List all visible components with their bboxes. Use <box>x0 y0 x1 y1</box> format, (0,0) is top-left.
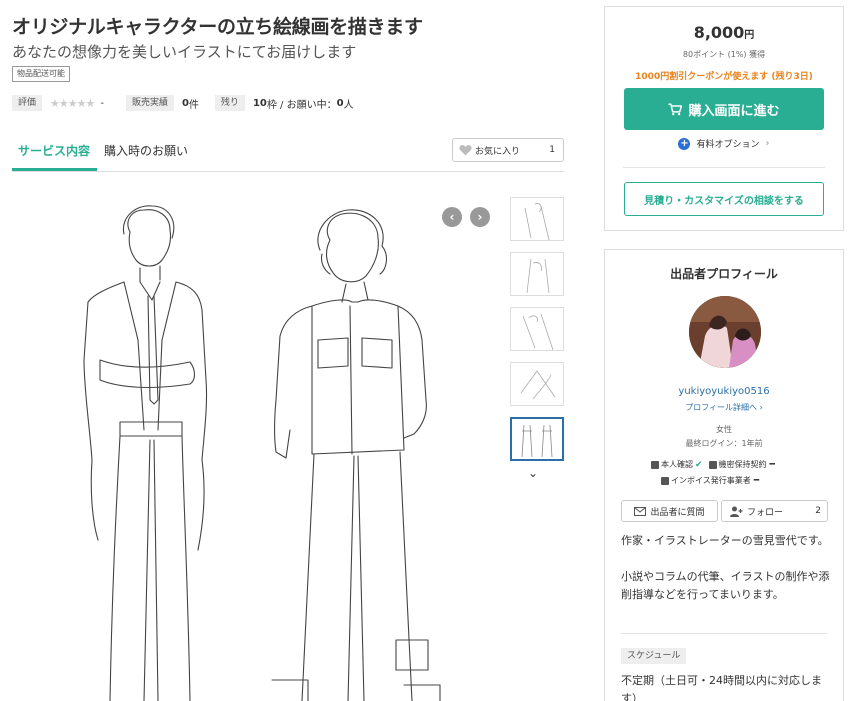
seller-username[interactable]: yukiyoyukiyo0516 <box>605 386 843 397</box>
verification-row: 本人確認 ✔ 機密保持契約 ━ <box>651 459 775 470</box>
consult-button[interactable]: 見積り・カスタマイズの相談をする <box>624 182 824 216</box>
dash-icon: ━ <box>769 459 775 470</box>
service-tabs: サービス内容 購入時のお願い お気に入り 1 <box>12 130 564 172</box>
plus-icon: + <box>678 137 691 150</box>
thumbnail[interactable] <box>510 252 564 296</box>
rating-value: - <box>100 97 104 109</box>
remaining-label: 残り <box>214 95 245 111</box>
profile-heading: 出品者プロフィール <box>670 267 778 281</box>
last-login: 最終ログイン：1年前 <box>685 439 763 448</box>
bio-paragraph: 小説やコラムの代筆、イラストの制作や添削指導などを行ってまいります。 <box>621 570 830 601</box>
follow-label: フォロー <box>747 507 784 518</box>
divider <box>623 167 825 168</box>
favorite-count: 1 <box>549 145 555 155</box>
profile-detail-link[interactable]: プロフィール詳細へ › <box>605 402 843 413</box>
requesting-value: 0 <box>336 97 344 109</box>
price-currency: 円 <box>744 30 755 41</box>
mail-icon <box>634 506 647 516</box>
tab-purchase-requests[interactable]: 購入時のお願い <box>104 142 188 159</box>
nda-label: 機密保持契約 <box>718 460 767 469</box>
points-earned: 80ポイント (1%) 獲得 <box>682 50 766 59</box>
identity-label: 本人確認 <box>661 460 693 469</box>
paid-options-label: 有料オプション <box>696 140 760 150</box>
shipping-badge: 物品配送可能 <box>12 66 70 82</box>
sales-value: 0 <box>181 97 189 109</box>
meta-row: 評価 ★★★★★ - 販売実績 0 件 残り 10 枠 / お願い中： 0 人 <box>12 94 354 112</box>
service-subtitle: あなたの想像力を美しいイラストにてお届けします <box>12 43 357 61</box>
tab-service-content[interactable]: サービス内容 <box>18 142 90 159</box>
avatar[interactable] <box>689 296 761 368</box>
favorite-label: お気に入り <box>475 146 521 157</box>
profile-detail-label: プロフィール詳細へ <box>685 403 758 412</box>
heart-icon <box>459 145 472 156</box>
service-title: オリジナルキャラクターの立ち絵線画を描きます <box>12 16 423 38</box>
price-value: 8,000 <box>693 23 745 42</box>
remaining-text: 枠 / お願い中： <box>266 99 337 111</box>
schedule-label: スケジュール <box>621 648 687 664</box>
seller-gender: 女性 <box>716 425 732 434</box>
check-icon: ✔ <box>695 459 703 470</box>
thumbnail-list <box>510 197 564 472</box>
seller-bio: 作家・イラストレーターの雪見雪代です。 小説やコラムの代筆、イラストの制作や添削… <box>621 532 831 622</box>
purchase-box: 8,000円 80ポイント (1%) 獲得 1000円割引クーポンが使えます (… <box>604 6 844 231</box>
coupon-notice[interactable]: 1000円割引クーポンが使えます (残り3日) <box>605 69 843 82</box>
cart-icon <box>669 103 683 115</box>
price: 8,000円 <box>605 23 843 42</box>
requesting-unit: 人 <box>343 99 354 111</box>
thumbnail[interactable] <box>510 197 564 241</box>
rating-stars-icon: ★★★★★ <box>50 96 95 110</box>
chevron-right-icon: › <box>759 403 763 412</box>
follow-button[interactable]: フォロー 2 <box>721 500 828 522</box>
favorite-button[interactable]: お気に入り 1 <box>452 138 564 162</box>
rating-label: 評価 <box>12 95 43 111</box>
seller-profile-box: 出品者プロフィール yukiyoyukiyo0516 プロフィール詳細へ › 女… <box>604 249 844 701</box>
divider <box>621 633 827 634</box>
remaining-value: 10 <box>252 97 267 109</box>
document-icon <box>708 460 717 469</box>
gallery-next-button[interactable]: › <box>470 207 490 227</box>
main-illustration: ‹ › <box>12 190 502 701</box>
add-user-icon <box>730 506 743 517</box>
thumbnail[interactable] <box>510 307 564 351</box>
thumbnail-selected[interactable] <box>510 417 564 461</box>
schedule-text: 不定期（土日可・24時間以内に対応します） <box>621 674 822 701</box>
sales-unit: 件 <box>188 99 199 111</box>
paid-options-toggle[interactable]: + 有料オプション › <box>605 137 843 150</box>
thumbnail[interactable] <box>510 362 564 406</box>
invoice-row: インボイス発行事業者 ━ <box>661 475 759 486</box>
ask-seller-button[interactable]: 出品者に質問 <box>621 500 718 522</box>
gallery-prev-button[interactable]: ‹ <box>442 207 462 227</box>
buy-button-label: 購入画面に進む <box>688 103 780 119</box>
active-tab-indicator <box>12 168 97 171</box>
chevron-right-icon: › <box>765 138 770 149</box>
receipt-icon <box>661 476 669 485</box>
thumbnail-scroll-down-icon[interactable]: ⌄ <box>528 466 538 480</box>
ask-seller-label: 出品者に質問 <box>650 507 705 518</box>
follow-count: 2 <box>815 506 821 516</box>
sales-label: 販売実績 <box>125 95 174 111</box>
id-card-icon <box>651 460 659 469</box>
bio-paragraph: 作家・イラストレーターの雪見雪代です。 <box>621 534 829 547</box>
dash-icon: ━ <box>753 475 760 486</box>
invoice-label: インボイス発行事業者 <box>671 476 751 485</box>
buy-button[interactable]: 購入画面に進む <box>624 88 824 130</box>
